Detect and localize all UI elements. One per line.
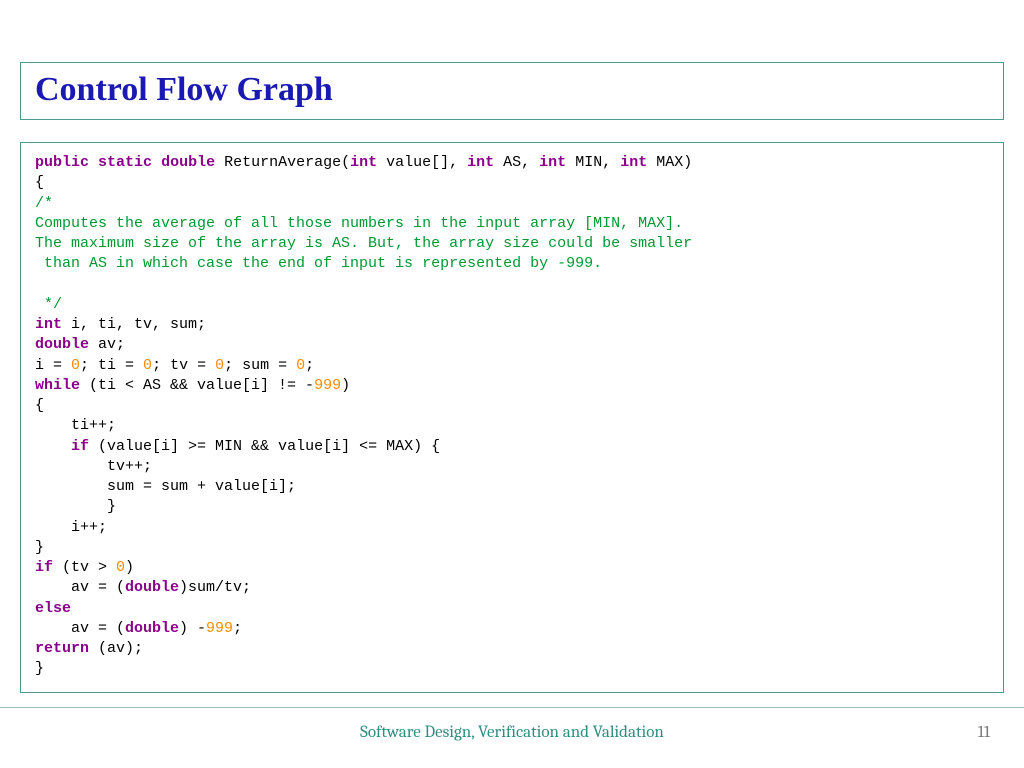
stmt: tv++; [35, 458, 152, 475]
footer-rule [0, 707, 1024, 708]
cond: ) [341, 377, 350, 394]
stmt: ) - [179, 620, 206, 637]
kw-double: double [161, 154, 215, 171]
kw-while: while [35, 377, 80, 394]
num: 999 [206, 620, 233, 637]
stmt: ; [233, 620, 242, 637]
title-box: Control Flow Graph [20, 62, 1004, 120]
kw-int: int [539, 154, 566, 171]
comment: /* [35, 195, 53, 212]
cond: (ti < AS && value[i] != - [80, 377, 314, 394]
kw-int: int [350, 154, 377, 171]
comment: Computes the average of all those number… [35, 215, 683, 232]
kw-double: double [125, 620, 179, 637]
cond: (tv > [53, 559, 116, 576]
kw-public: public [35, 154, 89, 171]
stmt: sum = sum + value[i]; [35, 478, 296, 495]
init: ; sum = [224, 357, 296, 374]
param: MIN, [566, 154, 620, 171]
stmt: )sum/tv; [179, 579, 251, 596]
kw-double: double [125, 579, 179, 596]
comment: */ [35, 296, 62, 313]
num: 999 [314, 377, 341, 394]
kw-if: if [71, 438, 89, 455]
brace: { [35, 174, 44, 191]
kw-int: int [467, 154, 494, 171]
init: ; [305, 357, 314, 374]
init: ; tv = [152, 357, 215, 374]
comment: than AS in which case the end of input i… [35, 255, 602, 272]
kw-int: int [620, 154, 647, 171]
num: 0 [215, 357, 224, 374]
param: value[], [377, 154, 467, 171]
stmt: (av); [89, 640, 143, 657]
param: MAX) [647, 154, 692, 171]
pad: av = ( [35, 620, 125, 637]
page-number: 11 [978, 723, 990, 742]
pad [35, 438, 71, 455]
decl: av; [89, 336, 125, 353]
fn-name: ReturnAverage( [215, 154, 350, 171]
pad: av = ( [35, 579, 125, 596]
kw-if: if [35, 559, 53, 576]
stmt: i++; [35, 519, 107, 536]
num: 0 [71, 357, 80, 374]
kw-static: static [98, 154, 152, 171]
num: 0 [296, 357, 305, 374]
cond: (value[i] >= MIN && value[i] <= MAX) { [89, 438, 440, 455]
brace: } [35, 660, 44, 677]
brace: } [35, 539, 44, 556]
code-block: public static double ReturnAverage(int v… [20, 142, 1004, 693]
slide: Control Flow Graph public static double … [0, 0, 1024, 768]
comment: The maximum size of the array is AS. But… [35, 235, 692, 252]
page-title: Control Flow Graph [35, 71, 989, 109]
num: 0 [116, 559, 125, 576]
brace: } [35, 498, 116, 515]
kw-double: double [35, 336, 89, 353]
decl: i, ti, tv, sum; [62, 316, 206, 333]
brace: { [35, 397, 44, 414]
param: AS, [494, 154, 539, 171]
kw-int: int [35, 316, 62, 333]
stmt: ti++; [35, 417, 116, 434]
init: i = [35, 357, 71, 374]
footer-text: Software Design, Verification and Valida… [0, 723, 1024, 742]
kw-return: return [35, 640, 89, 657]
num: 0 [143, 357, 152, 374]
kw-else: else [35, 600, 71, 617]
init: ; ti = [80, 357, 143, 374]
cond: ) [125, 559, 134, 576]
